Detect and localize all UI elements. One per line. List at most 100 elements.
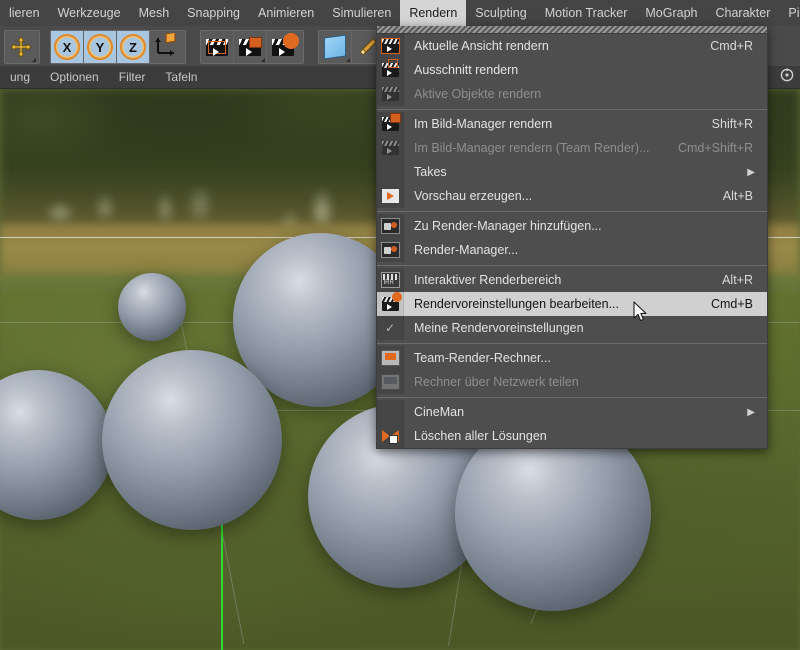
- chevron-right-icon: ▶: [747, 166, 755, 178]
- menu-item-label: Löschen aller Lösungen: [414, 429, 547, 443]
- menu-separator: [377, 397, 767, 398]
- picture-viewer-icon: [381, 113, 401, 131]
- menu-item-label: Takes: [414, 165, 447, 179]
- move-tool-button[interactable]: [5, 31, 37, 63]
- menu-item-shortcut: Alt+B: [722, 189, 753, 203]
- world-object-axis-button[interactable]: [150, 31, 182, 63]
- viewmenu-item-ansicht[interactable]: ung: [0, 70, 40, 84]
- menu-item-label: CineMan: [414, 405, 465, 419]
- empty-icon-cell: [377, 400, 404, 424]
- menu-item-charakter[interactable]: Charakter: [707, 0, 780, 26]
- axis-z-icon: Z: [120, 34, 146, 60]
- interactive-render-icon: [380, 272, 400, 288]
- menu-item-shortcut: Alt+R: [722, 273, 753, 287]
- menu-separator: [377, 343, 767, 344]
- menu-item-shortcut: Cmd+B: [710, 297, 753, 311]
- menu-item-selektieren[interactable]: lieren: [0, 0, 49, 26]
- menu-item-takes[interactable]: Takes ▶: [377, 160, 767, 184]
- menu-item-shortcut: Cmd+R: [710, 39, 753, 53]
- menu-item-mesh[interactable]: Mesh: [130, 0, 179, 26]
- preview-icon-cell: [377, 184, 404, 208]
- render-active-objects-icon: [381, 87, 399, 101]
- checkmark-icon-cell: ✓: [377, 316, 404, 340]
- clear-solutions-icon: [381, 429, 399, 444]
- menu-item-loeschen-aller-loesungen[interactable]: Löschen aller Lösungen: [377, 424, 767, 448]
- menu-item-label: Ausschnitt rendern: [414, 63, 519, 77]
- tool-expand-corner: [261, 58, 265, 62]
- menu-item-ausschnitt-rendern[interactable]: Ausschnitt rendern: [377, 58, 767, 82]
- menu-item-zu-render-manager-hinzufuegen[interactable]: Zu Render-Manager hinzufügen...: [377, 214, 767, 238]
- team-render-machines-icon: [380, 350, 400, 366]
- menu-item-rechner-ueber-netzwerk-teilen: Rechner über Netzwerk teilen: [377, 370, 767, 394]
- add-render-queue-icon-cell: [377, 214, 404, 238]
- axis-x-button[interactable]: X: [51, 31, 84, 63]
- share-machine-icon-cell: [377, 370, 404, 394]
- menu-item-label: Render-Manager...: [414, 243, 519, 257]
- render-settings-icon: [272, 34, 297, 56]
- menu-item-team-render-rechner[interactable]: Team-Render-Rechner...: [377, 346, 767, 370]
- picture-viewer-icon-cell: [377, 112, 404, 136]
- team-render-icon: [381, 141, 399, 155]
- viewmenu-item-optionen[interactable]: Optionen: [40, 70, 109, 84]
- render-region-icon: [381, 59, 399, 77]
- render-queue-icon-cell: [377, 238, 404, 262]
- menu-item-im-bild-manager-rendern[interactable]: Im Bild-Manager rendern Shift+R: [377, 112, 767, 136]
- cube-primitive-button[interactable]: [319, 31, 352, 63]
- viewmenu-item-filter[interactable]: Filter: [109, 70, 156, 84]
- menu-item-label: Aktive Objekte rendern: [414, 87, 542, 101]
- menu-item-mograph[interactable]: MoGraph: [636, 0, 706, 26]
- sphere-object[interactable]: [102, 350, 282, 530]
- menu-item-motion-tracker[interactable]: Motion Tracker: [536, 0, 637, 26]
- render-picture-viewer-button[interactable]: [234, 31, 267, 63]
- axis-z-button[interactable]: Z: [117, 31, 150, 63]
- team-render-icon-cell: [377, 136, 404, 160]
- menu-item-animieren[interactable]: Animieren: [249, 0, 323, 26]
- sphere-object[interactable]: [118, 273, 186, 341]
- share-machine-icon: [380, 374, 400, 390]
- render-view-button[interactable]: [201, 31, 234, 63]
- viewmenu-item-tafeln[interactable]: Tafeln: [155, 70, 207, 84]
- axis-x-icon: X: [54, 34, 80, 60]
- menu-item-label: Aktuelle Ansicht rendern: [414, 39, 549, 53]
- menu-item-render-manager[interactable]: Render-Manager...: [377, 238, 767, 262]
- main-menu-bar: lieren Werkzeuge Mesh Snapping Animieren…: [0, 0, 800, 26]
- spline-pen-icon: [358, 37, 378, 57]
- menu-item-meine-rendervoreinstellungen[interactable]: ✓ Meine Rendervoreinstellungen: [377, 316, 767, 340]
- checkmark-icon: ✓: [384, 321, 396, 335]
- camera-target-icon[interactable]: [780, 68, 794, 87]
- render-picture-viewer-icon: [239, 36, 262, 56]
- toolbar-group-render: [200, 30, 304, 64]
- menu-separator: [377, 211, 767, 212]
- menu-item-label: Zu Render-Manager hinzufügen...: [414, 219, 602, 233]
- menu-item-label: Im Bild-Manager rendern (Team Render)...: [414, 141, 650, 155]
- menu-item-rendervoreinstellungen-bearbeiten[interactable]: Rendervoreinstellungen bearbeiten... Cmd…: [377, 292, 767, 316]
- rendern-dropdown-menu: Aktuelle Ansicht rendern Cmd+R Ausschnit…: [376, 26, 768, 449]
- render-view-icon: [380, 38, 400, 54]
- menu-item-vorschau-erzeugen[interactable]: Vorschau erzeugen... Alt+B: [377, 184, 767, 208]
- preview-icon: [380, 188, 400, 204]
- axis-y-button[interactable]: Y: [84, 31, 117, 63]
- world-object-axis-icon: [154, 31, 178, 62]
- menu-item-simulieren[interactable]: Simulieren: [323, 0, 400, 26]
- chevron-right-icon: ▶: [747, 406, 755, 418]
- render-view-icon-cell: [377, 34, 404, 58]
- menu-item-label: Team-Render-Rechner...: [414, 351, 551, 365]
- clear-solutions-icon-cell: [377, 424, 404, 448]
- menu-item-aktuelle-ansicht-rendern[interactable]: Aktuelle Ansicht rendern Cmd+R: [377, 34, 767, 58]
- menu-item-shortcut: Cmd+Shift+R: [677, 141, 753, 155]
- menu-separator: [377, 265, 767, 266]
- menu-item-snapping[interactable]: Snapping: [178, 0, 249, 26]
- menu-item-cineman[interactable]: CineMan ▶: [377, 400, 767, 424]
- move-arrows-icon: [10, 36, 32, 58]
- menu-item-interaktiver-renderbereich[interactable]: Interaktiver Renderbereich Alt+R: [377, 268, 767, 292]
- render-settings-button[interactable]: [267, 31, 299, 63]
- menu-item-pipeline[interactable]: Pipelin: [779, 0, 800, 26]
- menu-item-rendern[interactable]: Rendern: [400, 0, 467, 26]
- menu-item-label: Rechner über Netzwerk teilen: [414, 375, 579, 389]
- render-view-icon: [206, 38, 228, 56]
- menu-tear-off-grip[interactable]: [377, 26, 767, 34]
- menu-item-werkzeuge[interactable]: Werkzeuge: [49, 0, 130, 26]
- toolbar-group-axis: X Y Z: [50, 30, 186, 64]
- menu-item-label: Rendervoreinstellungen bearbeiten...: [414, 297, 619, 311]
- menu-item-sculpting[interactable]: Sculpting: [466, 0, 535, 26]
